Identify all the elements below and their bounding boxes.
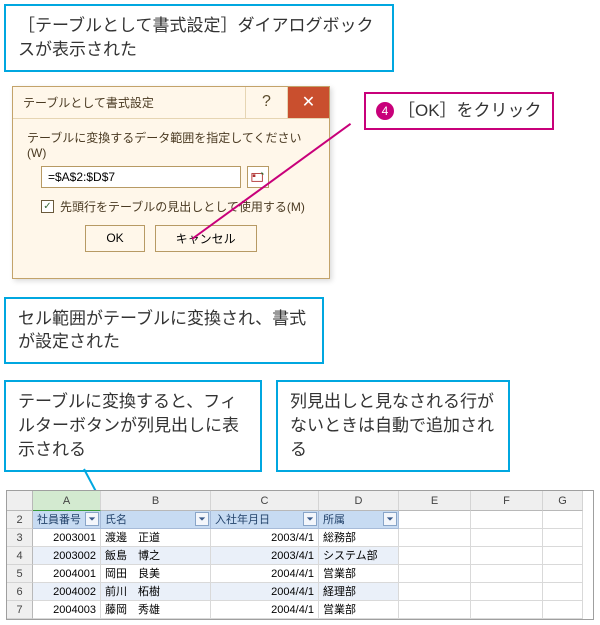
row-header[interactable]: 7 xyxy=(7,601,33,619)
cell[interactable]: 渡邊 正道 xyxy=(101,529,211,547)
filter-button[interactable] xyxy=(195,512,209,526)
table-row: 3 2003001 渡邊 正道 2003/4/1 総務部 xyxy=(7,529,593,547)
col-header-D[interactable]: D xyxy=(319,491,399,511)
row-header[interactable]: 3 xyxy=(7,529,33,547)
cell[interactable] xyxy=(543,583,583,601)
cell[interactable] xyxy=(399,529,471,547)
cell[interactable] xyxy=(399,511,471,529)
table-row: 7 2004003 藤岡 秀雄 2004/4/1 営業部 xyxy=(7,601,593,619)
close-button[interactable]: ✕ xyxy=(287,87,329,118)
ok-button[interactable]: OK xyxy=(85,225,144,252)
row-header[interactable]: 6 xyxy=(7,583,33,601)
cell[interactable] xyxy=(471,583,543,601)
filter-button[interactable] xyxy=(303,512,317,526)
cell[interactable] xyxy=(399,547,471,565)
cell[interactable]: 経理部 xyxy=(319,583,399,601)
row-header[interactable]: 2 xyxy=(7,511,33,529)
cell[interactable]: 営業部 xyxy=(319,601,399,619)
cell[interactable] xyxy=(471,529,543,547)
cell[interactable] xyxy=(543,529,583,547)
callout-auto-header: 列見出しと見なされる行がないときは自動で追加される xyxy=(276,380,510,471)
table-header-label: 社員番号 xyxy=(37,514,81,526)
select-all-corner[interactable] xyxy=(7,491,33,511)
cell[interactable] xyxy=(471,565,543,583)
header-row-checkbox[interactable]: ✓ xyxy=(41,200,54,213)
col-header-B[interactable]: B xyxy=(101,491,211,511)
format-as-table-dialog: テーブルとして書式設定 ? ✕ テーブルに変換するデータ範囲を指定してください(… xyxy=(12,86,330,279)
cell[interactable]: 2003/4/1 xyxy=(211,529,319,547)
cell[interactable] xyxy=(399,583,471,601)
cell[interactable]: 2004003 xyxy=(33,601,101,619)
excel-grid: A B C D E F G 2 社員番号 氏名 入社年月日 所属 3 20 xyxy=(6,490,594,620)
row-header[interactable]: 4 xyxy=(7,547,33,565)
callout-dialog-shown: ［テーブルとして書式設定］ダイアログボックスが表示された xyxy=(4,4,394,72)
dialog-title: テーブルとして書式設定 xyxy=(23,94,245,111)
table-header-cell[interactable]: 入社年月日 xyxy=(211,511,319,529)
callout-click-ok-text: ［OK］をクリック xyxy=(398,101,542,120)
callout-click-ok: 4［OK］をクリック xyxy=(364,92,554,130)
cell[interactable]: 2004/4/1 xyxy=(211,601,319,619)
range-input[interactable] xyxy=(41,166,241,188)
step-number-4: 4 xyxy=(376,102,394,120)
help-button[interactable]: ? xyxy=(245,87,287,118)
col-header-F[interactable]: F xyxy=(471,491,543,511)
table-row: 6 2004002 前川 柘樹 2004/4/1 経理部 xyxy=(7,583,593,601)
cell[interactable] xyxy=(543,565,583,583)
cell[interactable]: 営業部 xyxy=(319,565,399,583)
cell[interactable]: 2004002 xyxy=(33,583,101,601)
cell[interactable]: 2004001 xyxy=(33,565,101,583)
col-header-G[interactable]: G xyxy=(543,491,583,511)
table-header-label: 入社年月日 xyxy=(215,514,270,526)
cell[interactable]: 藤岡 秀雄 xyxy=(101,601,211,619)
cell[interactable]: 飯島 博之 xyxy=(101,547,211,565)
dialog-titlebar: テーブルとして書式設定 ? ✕ xyxy=(13,87,329,119)
col-header-A[interactable]: A xyxy=(33,491,101,511)
cell[interactable]: システム部 xyxy=(319,547,399,565)
col-header-E[interactable]: E xyxy=(399,491,471,511)
cell[interactable]: 総務部 xyxy=(319,529,399,547)
table-header-label: 所属 xyxy=(323,514,345,526)
table-header-label: 氏名 xyxy=(105,514,127,526)
cell[interactable] xyxy=(543,547,583,565)
cell[interactable]: 岡田 良美 xyxy=(101,565,211,583)
dialog-instruction: テーブルに変換するデータ範囲を指定してください(W) xyxy=(27,129,315,160)
table-row: 4 2003002 飯島 博之 2003/4/1 システム部 xyxy=(7,547,593,565)
cell[interactable]: 2003/4/1 xyxy=(211,547,319,565)
cell[interactable] xyxy=(471,547,543,565)
cell[interactable] xyxy=(399,565,471,583)
filter-button[interactable] xyxy=(85,512,99,526)
filter-button[interactable] xyxy=(383,512,397,526)
cell[interactable]: 2004/4/1 xyxy=(211,565,319,583)
row-header[interactable]: 5 xyxy=(7,565,33,583)
callout-table-converted: セル範囲がテーブルに変換され、書式が設定された xyxy=(4,297,324,365)
cell[interactable]: 2003001 xyxy=(33,529,101,547)
table-header-cell[interactable]: 社員番号 xyxy=(33,511,101,529)
cell[interactable]: 2003002 xyxy=(33,547,101,565)
cell[interactable] xyxy=(543,511,583,529)
cell[interactable] xyxy=(471,511,543,529)
col-header-C[interactable]: C xyxy=(211,491,319,511)
table-row: 5 2004001 岡田 良美 2004/4/1 営業部 xyxy=(7,565,593,583)
cell[interactable] xyxy=(399,601,471,619)
cell[interactable]: 前川 柘樹 xyxy=(101,583,211,601)
cell[interactable]: 2004/4/1 xyxy=(211,583,319,601)
table-header-cell[interactable]: 所属 xyxy=(319,511,399,529)
cell[interactable] xyxy=(543,601,583,619)
cell[interactable] xyxy=(471,601,543,619)
callout-filter-buttons: テーブルに変換すると、フィルターボタンが列見出しに表示される xyxy=(4,380,262,471)
header-row-checkbox-label: 先頭行をテーブルの見出しとして使用する(M) xyxy=(60,198,305,215)
table-header-cell[interactable]: 氏名 xyxy=(101,511,211,529)
